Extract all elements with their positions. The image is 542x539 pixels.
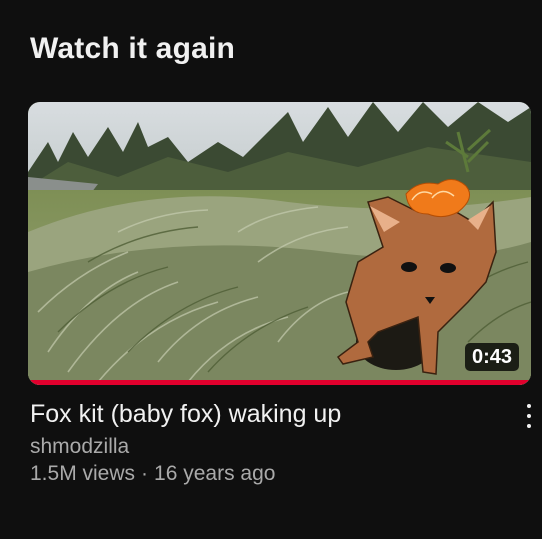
thumbnail-image (28, 102, 531, 385)
video-thumbnail[interactable]: 0:43 (28, 102, 531, 385)
more-vert-icon[interactable] (518, 402, 540, 430)
video-stats: 1.5M views · 16 years ago (30, 460, 500, 488)
page-title: Watch it again (30, 32, 236, 65)
watch-progress-fill (28, 380, 531, 385)
kebab-dot (527, 424, 531, 428)
kebab-dot (527, 404, 531, 408)
channel-name[interactable]: shmodzilla (30, 434, 500, 460)
view-count: 1.5M views (30, 462, 136, 485)
kebab-dot (527, 414, 531, 418)
upload-age: 16 years ago (154, 462, 276, 485)
video-title[interactable]: Fox kit (baby fox) waking up (30, 398, 500, 430)
video-card[interactable]: 0:43 Fox kit (baby fox) waking up shmodz… (0, 100, 542, 500)
video-meta: Fox kit (baby fox) waking up shmodzilla … (30, 398, 500, 488)
duration-badge: 0:43 (464, 343, 519, 371)
stats-separator: · (141, 462, 149, 485)
watch-progress-bar (28, 380, 531, 385)
